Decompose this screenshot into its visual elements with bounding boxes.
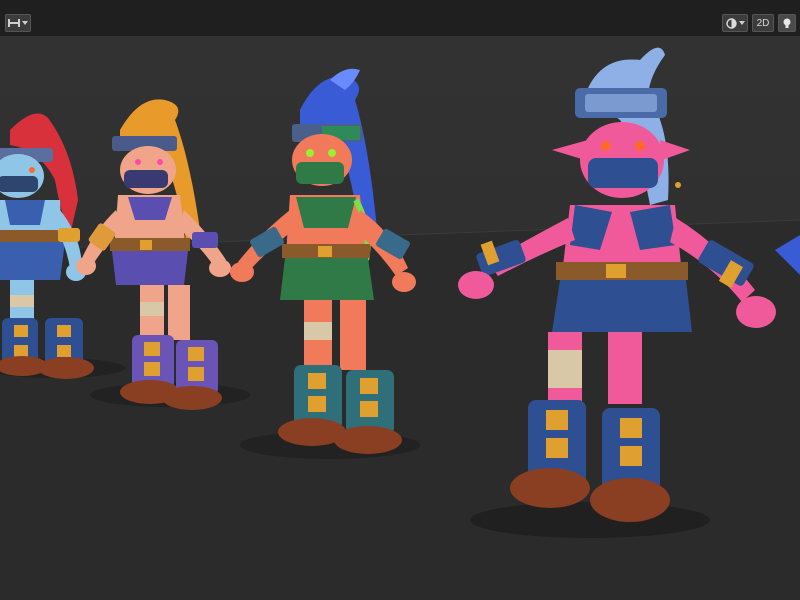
tool-handle-icon [8, 19, 20, 27]
scene-viewport[interactable] [0, 36, 800, 600]
scene-render [0, 47, 800, 600]
scene-lighting-toggle[interactable] [778, 14, 796, 32]
chevron-down-icon [738, 21, 745, 25]
tool-handle-button[interactable] [5, 14, 31, 32]
shading-mode-dropdown[interactable] [722, 14, 748, 32]
toggle-2d-button[interactable]: 2D [752, 14, 774, 32]
toggle-2d-label: 2D [756, 17, 770, 29]
shading-mode-icon [725, 17, 737, 29]
scene-toolbar: 2D [0, 0, 800, 36]
chevron-down-icon [22, 21, 28, 25]
light-bulb-icon [783, 18, 791, 28]
